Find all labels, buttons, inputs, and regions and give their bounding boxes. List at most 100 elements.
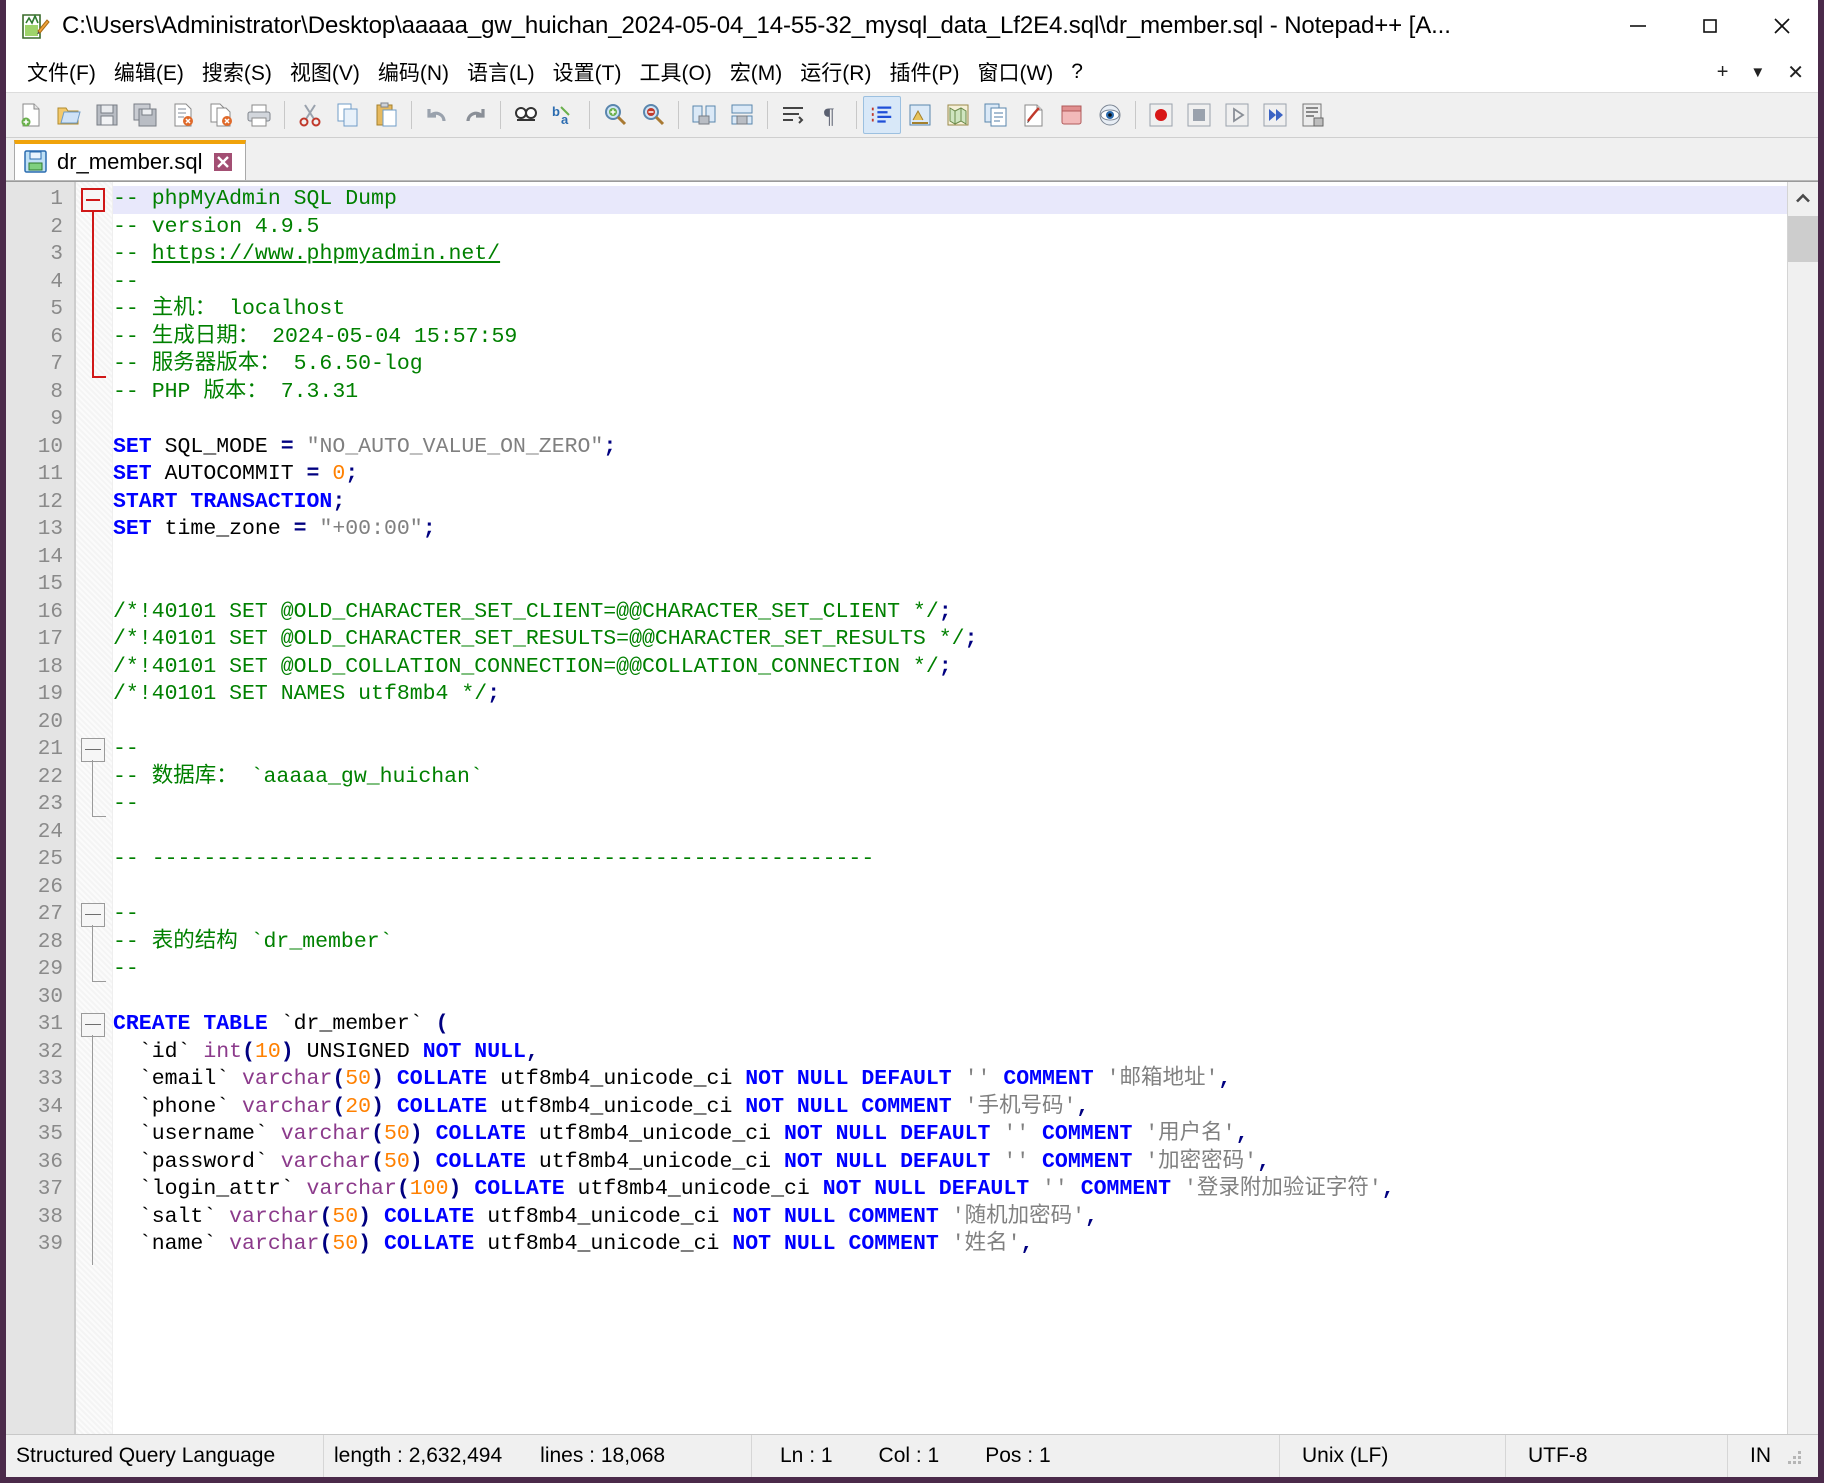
code-line[interactable]: `id` int(10) UNSIGNED NOT NULL, — [113, 1039, 1787, 1067]
code-line[interactable]: /*!40101 SET NAMES utf8mb4 */; — [113, 681, 1787, 709]
code-line[interactable]: `phone` varchar(20) COLLATE utf8mb4_unic… — [113, 1094, 1787, 1122]
code-line[interactable]: -- phpMyAdmin SQL Dump — [113, 186, 1787, 214]
code-line[interactable]: -- version 4.9.5 — [113, 214, 1787, 242]
close-file-icon[interactable] — [164, 96, 202, 134]
code-line[interactable]: SET AUTOCOMMIT = 0; — [113, 461, 1787, 489]
zoom-out-icon[interactable] — [634, 96, 672, 134]
code-line[interactable] — [113, 819, 1787, 847]
copy-icon[interactable] — [329, 96, 367, 134]
paste-icon[interactable] — [367, 96, 405, 134]
menu-encoding[interactable]: 编码(N) — [369, 57, 458, 87]
new-tab-icon[interactable]: + — [1717, 61, 1729, 84]
find-icon[interactable] — [507, 96, 545, 134]
menu-search[interactable]: 搜索(S) — [193, 57, 281, 87]
code-content[interactable]: -- phpMyAdmin SQL Dump -- version 4.9.5 --… — [113, 182, 1787, 1434]
code-line[interactable] — [113, 874, 1787, 902]
doc-map-icon[interactable] — [939, 96, 977, 134]
code-line[interactable]: `email` varchar(50) COLLATE utf8mb4_unic… — [113, 1066, 1787, 1094]
status-insert-mode[interactable]: IN — [1728, 1435, 1818, 1477]
code-line[interactable]: /*!40101 SET @OLD_CHARACTER_SET_CLIENT=@… — [113, 599, 1787, 627]
code-line[interactable]: SET time_zone = "+00:00"; — [113, 516, 1787, 544]
sync-horizontal-icon[interactable] — [723, 96, 761, 134]
redo-icon[interactable] — [456, 96, 494, 134]
tab-list-chevron-down-icon[interactable]: ▼ — [1750, 64, 1765, 81]
code-line[interactable]: /*!40101 SET @OLD_COLLATION_CONNECTION=@… — [113, 654, 1787, 682]
word-wrap-icon[interactable] — [774, 96, 812, 134]
fold-marker-line-27[interactable] — [81, 903, 105, 927]
close-tab-icon[interactable] — [211, 150, 235, 174]
menu-settings[interactable]: 设置(T) — [544, 57, 631, 87]
code-line[interactable]: `name` varchar(50) COLLATE utf8mb4_unico… — [113, 1231, 1787, 1259]
close-tab-x-icon[interactable]: ✕ — [1787, 60, 1804, 85]
run-macro-multiple-icon[interactable] — [1256, 96, 1294, 134]
fold-margin[interactable] — [74, 182, 113, 1434]
indent-guide-icon[interactable] — [863, 96, 901, 134]
code-line[interactable]: `login_attr` varchar(100) COLLATE utf8mb… — [113, 1176, 1787, 1204]
fold-marker-line-1[interactable] — [81, 188, 105, 212]
stop-macro-icon[interactable] — [1180, 96, 1218, 134]
code-line[interactable]: `salt` varchar(50) COLLATE utf8mb4_unico… — [113, 1204, 1787, 1232]
cut-icon[interactable] — [291, 96, 329, 134]
tab-dr-member-sql[interactable]: dr_member.sql — [14, 140, 246, 180]
menu-file[interactable]: 文件(F) — [18, 57, 105, 87]
menu-plugins[interactable]: 插件(P) — [880, 57, 968, 87]
fold-marker-line-31[interactable] — [81, 1013, 105, 1037]
scintilla-editor[interactable]: 1 2 3 4 5 6 7 8 9 10 11 12 13 14 15 16 17 18 19 20 21 22 23 24 2… — [6, 182, 1787, 1434]
monitoring-icon[interactable] — [1091, 96, 1129, 134]
code-line[interactable]: -- 服务器版本： 5.6.50-log — [113, 351, 1787, 379]
code-line[interactable]: SET SQL_MODE = "NO_AUTO_VALUE_ON_ZERO"; — [113, 434, 1787, 462]
code-line[interactable]: START TRANSACTION; — [113, 489, 1787, 517]
code-line[interactable]: -- — [113, 269, 1787, 297]
vertical-scrollbar[interactable] — [1787, 182, 1818, 1434]
save-all-icon[interactable] — [126, 96, 164, 134]
code-line[interactable] — [113, 544, 1787, 572]
record-macro-icon[interactable] — [1142, 96, 1180, 134]
resize-grip-icon[interactable] — [1782, 1445, 1804, 1467]
code-line[interactable]: -- 表的结构 `dr_member` — [113, 929, 1787, 957]
show-all-chars-icon[interactable]: ¶ — [812, 96, 850, 134]
menu-run[interactable]: 运行(R) — [791, 57, 880, 87]
menu-edit[interactable]: 编辑(E) — [105, 57, 193, 87]
fold-marker-line-21[interactable] — [81, 738, 105, 762]
menu-view[interactable]: 视图(V) — [281, 57, 369, 87]
doc-switcher-icon[interactable] — [1053, 96, 1091, 134]
menu-help[interactable]: ? — [1062, 60, 1092, 84]
code-line[interactable]: -- -------------------------------------… — [113, 846, 1787, 874]
maximize-button[interactable] — [1674, 0, 1746, 52]
code-line[interactable]: CREATE TABLE `dr_member` ( — [113, 1011, 1787, 1039]
code-line[interactable]: -- 主机： localhost — [113, 296, 1787, 324]
code-line[interactable]: -- — [113, 791, 1787, 819]
sync-vertical-icon[interactable] — [685, 96, 723, 134]
code-line[interactable] — [113, 571, 1787, 599]
menu-language[interactable]: 语言(L) — [458, 57, 544, 87]
user-language-icon[interactable] — [901, 96, 939, 134]
code-line[interactable] — [113, 984, 1787, 1012]
play-macro-icon[interactable] — [1218, 96, 1256, 134]
code-line[interactable]: `password` varchar(50) COLLATE utf8mb4_u… — [113, 1149, 1787, 1177]
scroll-up-arrow-icon[interactable] — [1788, 182, 1818, 216]
minimize-button[interactable] — [1602, 0, 1674, 52]
folder-as-workspace-icon[interactable] — [1015, 96, 1053, 134]
print-icon[interactable] — [240, 96, 278, 134]
scrollbar-thumb[interactable] — [1788, 216, 1818, 262]
close-button[interactable] — [1746, 0, 1818, 52]
new-file-icon[interactable] — [12, 96, 50, 134]
code-line[interactable]: -- — [113, 956, 1787, 984]
close-all-icon[interactable] — [202, 96, 240, 134]
code-line[interactable]: -- PHP 版本： 7.3.31 — [113, 379, 1787, 407]
status-encoding[interactable]: UTF-8 — [1506, 1435, 1728, 1477]
save-macro-icon[interactable] — [1294, 96, 1332, 134]
save-icon[interactable] — [88, 96, 126, 134]
replace-icon[interactable]: ba — [545, 96, 583, 134]
code-line[interactable]: -- — [113, 901, 1787, 929]
menu-tools[interactable]: 工具(O) — [630, 57, 720, 87]
code-line[interactable]: -- 数据库： `aaaaa_gw_huichan` — [113, 764, 1787, 792]
menu-macro[interactable]: 宏(M) — [721, 57, 791, 87]
code-line[interactable]: -- 生成日期： 2024-05-04 15:57:59 — [113, 324, 1787, 352]
code-line[interactable]: -- https://www.phpmyadmin.net/ — [113, 241, 1787, 269]
code-line[interactable]: `username` varchar(50) COLLATE utf8mb4_u… — [113, 1121, 1787, 1149]
open-file-icon[interactable] — [50, 96, 88, 134]
status-eol[interactable]: Unix (LF) — [1280, 1435, 1506, 1477]
undo-icon[interactable] — [418, 96, 456, 134]
code-line[interactable]: -- — [113, 736, 1787, 764]
